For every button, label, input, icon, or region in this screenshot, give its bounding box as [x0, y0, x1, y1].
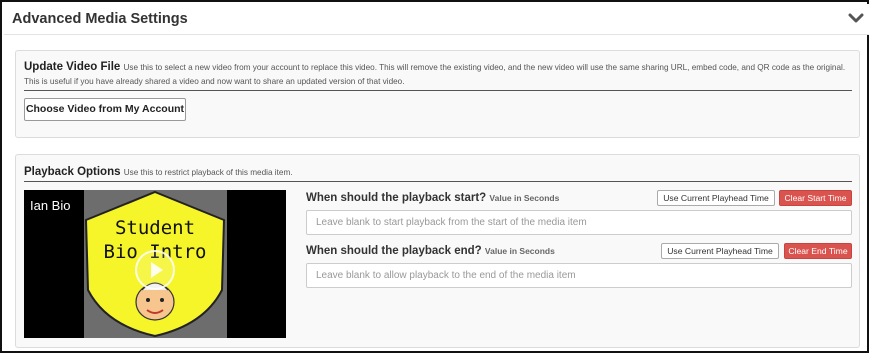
video-player[interactable]: Student Bio Intro Ian Bio	[24, 190, 286, 338]
divider	[24, 181, 852, 182]
use-current-start-button[interactable]: Use Current Playhead Time	[657, 190, 775, 206]
update-video-title: Update Video File	[24, 61, 121, 73]
start-unit: Value in Seconds	[489, 193, 560, 203]
advanced-media-settings-window: Advanced Media Settings Update Video Fil…	[0, 0, 869, 353]
settings-header[interactable]: Advanced Media Settings	[4, 4, 869, 35]
playback-options-panel: Playback Options Use this to restrict pl…	[15, 154, 860, 348]
update-video-panel: Update Video File Use this to select a n…	[15, 50, 860, 138]
divider	[24, 90, 852, 91]
play-icon	[151, 262, 163, 278]
play-button[interactable]	[135, 250, 175, 290]
end-label: When should the playback end?	[306, 245, 482, 257]
clear-end-time-button[interactable]: Clear End Time	[784, 243, 852, 259]
end-time-input[interactable]	[306, 263, 852, 288]
update-video-description: Use this to select a new video from your…	[24, 63, 846, 86]
start-question: When should the playback start? Value in…	[306, 192, 559, 204]
video-title: Ian Bio	[30, 198, 71, 213]
start-label: When should the playback start?	[306, 192, 487, 204]
choose-video-button[interactable]: Choose Video from My Account	[24, 98, 186, 121]
playback-description: Use this to restrict playback of this me…	[123, 168, 293, 177]
end-unit: Value in Seconds	[484, 246, 555, 256]
clear-start-time-button[interactable]: Clear Start Time	[779, 190, 852, 206]
update-video-heading: Update Video File Use this to select a n…	[24, 60, 856, 88]
end-question: When should the playback end? Value in S…	[306, 245, 555, 257]
playback-title: Playback Options	[24, 166, 121, 178]
chevron-down-icon[interactable]	[848, 11, 864, 25]
playback-heading: Playback Options Use this to restrict pl…	[24, 165, 293, 180]
use-current-end-button[interactable]: Use Current Playhead Time	[661, 243, 779, 259]
settings-title: Advanced Media Settings	[12, 11, 188, 27]
thumbnail-line-1: Student	[115, 217, 195, 239]
start-time-input[interactable]	[306, 210, 852, 235]
